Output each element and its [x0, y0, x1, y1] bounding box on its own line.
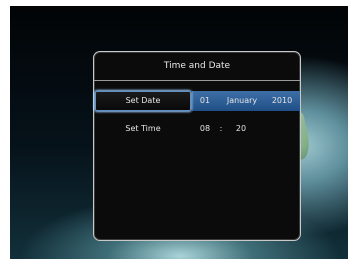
date-value-field[interactable]: 01 January 2010: [192, 91, 300, 111]
date-day-value[interactable]: 01: [196, 91, 214, 111]
time-hour-value[interactable]: 08: [196, 119, 214, 139]
time-separator: :: [219, 124, 223, 133]
photo-frame-screen: Time and Date 01 January 2010 Set Date S…: [10, 6, 348, 259]
dialog-title: Time and Date: [94, 52, 300, 81]
set-time-button[interactable]: Set Time: [96, 119, 190, 139]
set-time-row[interactable]: Set Time 08 : 20: [94, 119, 300, 139]
date-year-value[interactable]: 2010: [268, 91, 296, 111]
date-month-value[interactable]: January: [222, 91, 262, 111]
time-and-date-dialog: Time and Date 01 January 2010 Set Date S…: [93, 51, 301, 241]
set-date-button[interactable]: Set Date: [95, 91, 191, 111]
time-minute-value[interactable]: 20: [232, 119, 250, 139]
set-date-row[interactable]: 01 January 2010 Set Date: [94, 91, 300, 111]
